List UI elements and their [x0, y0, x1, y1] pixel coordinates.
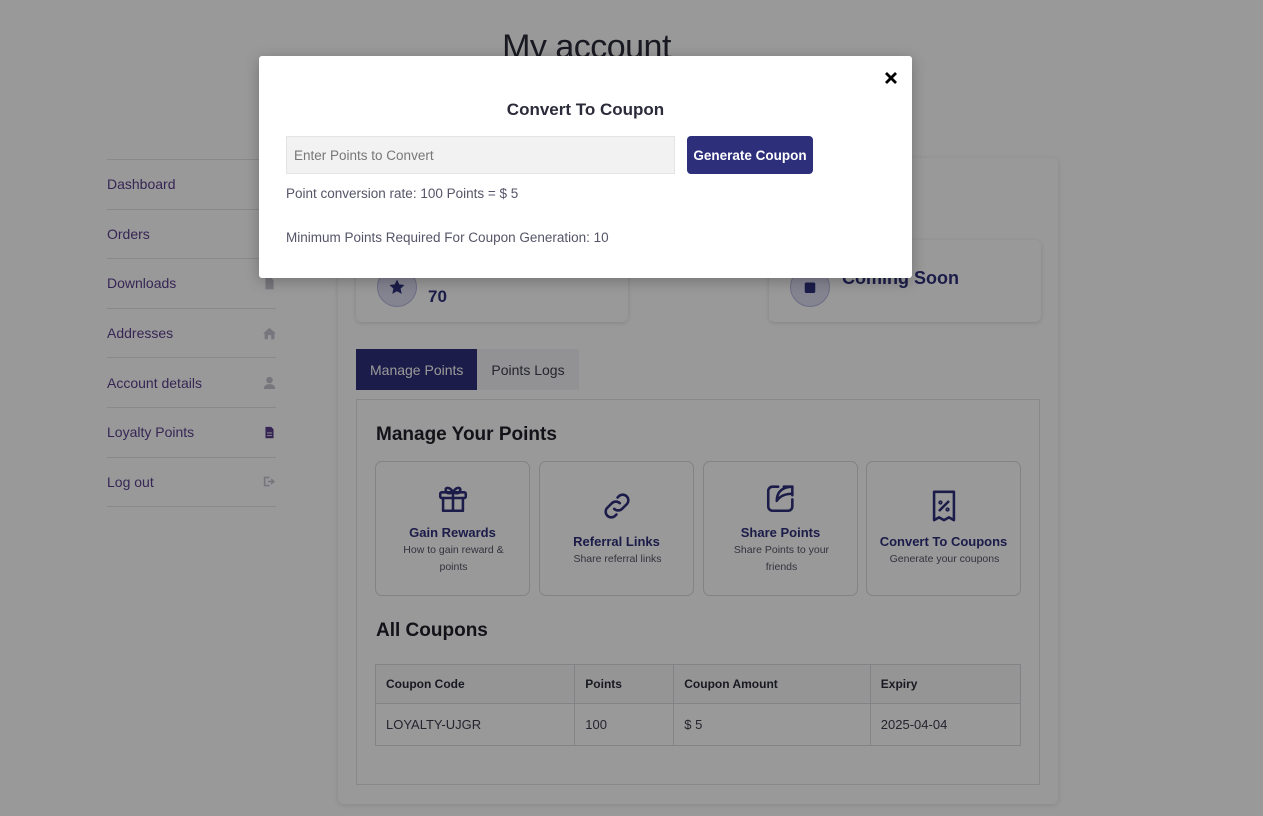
points-input[interactable]: [286, 136, 675, 174]
minimum-points-text: Minimum Points Required For Coupon Gener…: [286, 230, 609, 245]
close-icon: [885, 72, 897, 84]
convert-coupon-modal: Convert To Coupon Generate Coupon Point …: [259, 56, 912, 278]
modal-title: Convert To Coupon: [506, 100, 665, 119]
generate-coupon-button[interactable]: Generate Coupon: [687, 136, 813, 174]
close-button[interactable]: [882, 69, 900, 87]
conversion-rate-text: Point conversion rate: 100 Points = $ 5: [286, 186, 519, 201]
